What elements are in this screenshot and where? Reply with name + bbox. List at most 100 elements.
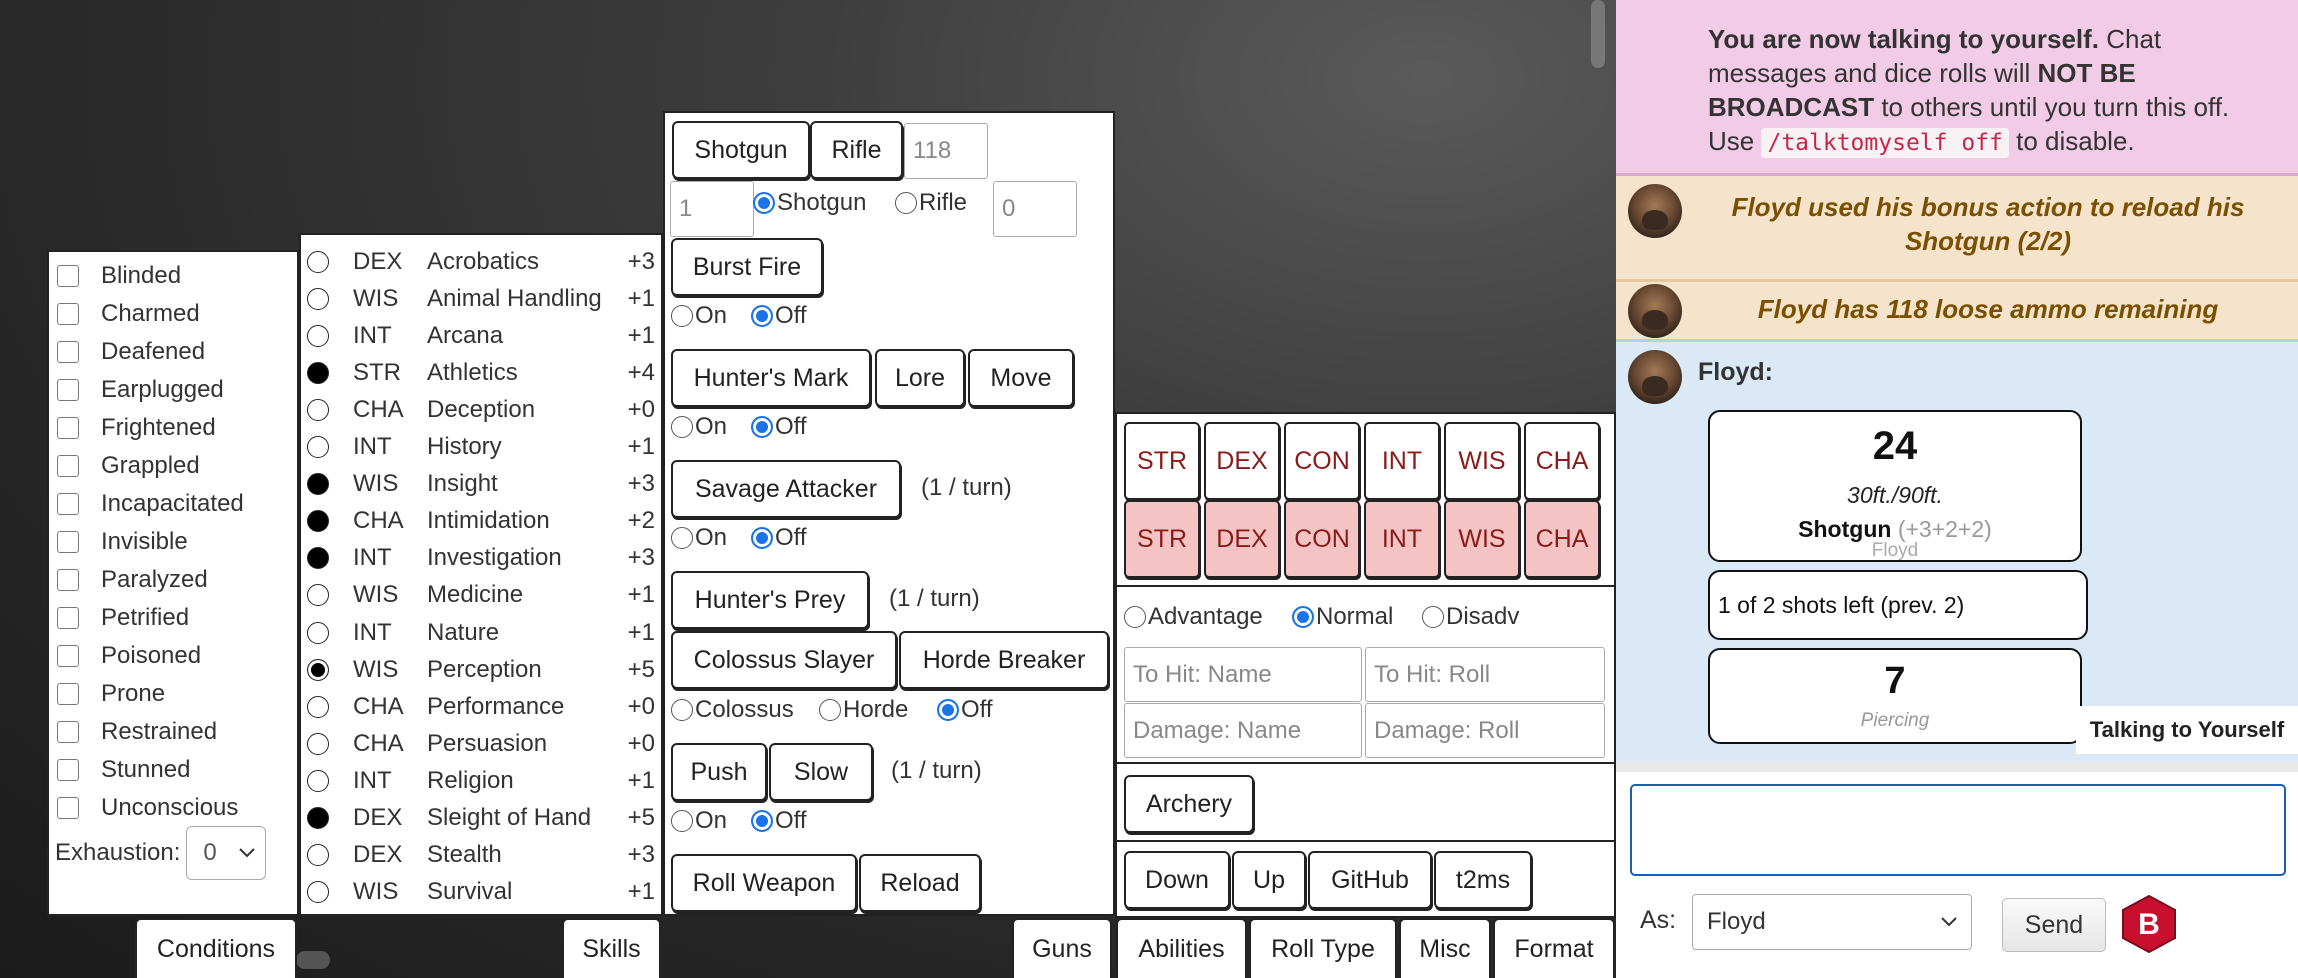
scrollbar-thumb[interactable] (1591, 0, 1605, 68)
count-input[interactable]: 1 (670, 181, 754, 237)
skill-row[interactable]: DEX Acrobatics +3 (301, 243, 661, 280)
exhaustion-select[interactable]: 0 (186, 826, 267, 880)
condition-checkbox[interactable] (57, 683, 79, 705)
radio-horde[interactable]: Horde (819, 696, 908, 724)
push-button[interactable]: Push (671, 743, 767, 801)
radio-advantage-dot[interactable] (1124, 606, 1146, 628)
skill-row[interactable]: CHA Performance +0 (301, 688, 661, 725)
save-wis-button[interactable]: WIS (1444, 500, 1520, 578)
tab-abilities[interactable]: Abilities (1116, 918, 1247, 978)
hm-off-dot[interactable] (751, 416, 773, 438)
save-str-button[interactable]: STR (1124, 500, 1200, 578)
condition-item[interactable]: Invisible (57, 526, 188, 558)
radio-shotgun-dot[interactable] (753, 192, 775, 214)
sa-on[interactable]: On (671, 524, 727, 552)
hm-off[interactable]: Off (751, 413, 807, 441)
radio-advantage[interactable]: Advantage (1124, 603, 1263, 631)
check-int-button[interactable]: INT (1364, 422, 1440, 500)
github-button[interactable]: GitHub (1308, 851, 1432, 909)
hm-on-dot[interactable] (671, 416, 693, 438)
condition-checkbox[interactable] (57, 455, 79, 477)
condition-item[interactable]: Stunned (57, 754, 190, 786)
burst-fire-button[interactable]: Burst Fire (671, 238, 823, 296)
check-dex-button[interactable]: DEX (1204, 422, 1280, 500)
reload-button[interactable]: Reload (859, 854, 981, 912)
condition-item[interactable]: Charmed (57, 298, 200, 330)
skill-row[interactable]: DEX Sleight of Hand +5 (301, 800, 661, 837)
tab-format[interactable]: Format (1493, 918, 1615, 978)
skill-row[interactable]: INT History +1 (301, 429, 661, 466)
savage-attacker-button[interactable]: Savage Attacker (671, 460, 901, 518)
save-cha-button[interactable]: CHA (1524, 500, 1600, 578)
condition-checkbox[interactable] (57, 645, 79, 667)
shotgun-button[interactable]: Shotgun (672, 121, 810, 179)
check-wis-button[interactable]: WIS (1444, 422, 1520, 500)
push-on[interactable]: On (671, 807, 727, 835)
condition-item[interactable]: Deafened (57, 336, 205, 368)
condition-checkbox[interactable] (57, 531, 79, 553)
burst-on[interactable]: On (671, 302, 727, 330)
lore-button[interactable]: Lore (875, 349, 965, 407)
condition-checkbox[interactable] (57, 797, 79, 819)
radio-disadv[interactable]: Disadv (1422, 603, 1519, 631)
burst-off[interactable]: Off (751, 302, 807, 330)
skill-row[interactable]: WIS Survival +1 (301, 874, 661, 911)
ammo-input[interactable]: 118 (904, 123, 988, 179)
condition-checkbox[interactable] (57, 607, 79, 629)
skill-row[interactable]: WIS Insight +3 (301, 466, 661, 503)
save-con-button[interactable]: CON (1284, 500, 1360, 578)
tab-misc[interactable]: Misc (1399, 918, 1491, 978)
condition-item[interactable]: Frightened (57, 412, 216, 444)
sa-off[interactable]: Off (751, 524, 807, 552)
colossus-slayer-button[interactable]: Colossus Slayer (671, 631, 897, 689)
check-str-button[interactable]: STR (1124, 422, 1200, 500)
hunters-prey-button[interactable]: Hunter's Prey (671, 571, 869, 629)
condition-checkbox[interactable] (57, 721, 79, 743)
save-dex-button[interactable]: DEX (1204, 500, 1280, 578)
condition-checkbox[interactable] (57, 379, 79, 401)
radio-normal-dot[interactable] (1292, 606, 1314, 628)
radio-colossus-dot[interactable] (671, 699, 693, 721)
condition-item[interactable]: Petrified (57, 602, 189, 634)
roll-weapon-button[interactable]: Roll Weapon (671, 854, 857, 912)
damage-name-input[interactable]: Damage: Name (1124, 703, 1362, 758)
tab-guns[interactable]: Guns (1012, 918, 1112, 978)
condition-item[interactable]: Incapacitated (57, 488, 244, 520)
condition-checkbox[interactable] (57, 569, 79, 591)
burst-off-dot[interactable] (751, 305, 773, 327)
condition-checkbox[interactable] (57, 341, 79, 363)
condition-item[interactable]: Grappled (57, 450, 200, 482)
chat-input[interactable] (1630, 784, 2286, 876)
burst-on-dot[interactable] (671, 305, 693, 327)
scroll-handle[interactable] (296, 951, 330, 969)
condition-item[interactable]: Restrained (57, 716, 217, 748)
radio-disadv-dot[interactable] (1422, 606, 1444, 628)
skill-row[interactable]: CHA Deception +0 (301, 391, 661, 428)
skill-row[interactable]: WIS Animal Handling +1 (301, 280, 661, 317)
radio-rifle[interactable]: Rifle (895, 189, 967, 217)
condition-checkbox[interactable] (57, 417, 79, 439)
radio-colossus[interactable]: Colossus (671, 696, 794, 724)
tab-skills[interactable]: Skills (562, 918, 661, 978)
skill-row[interactable]: WIS Perception +5 (301, 651, 661, 688)
tohit-name-input[interactable]: To Hit: Name (1124, 647, 1362, 702)
skill-row[interactable]: STR Athletics +4 (301, 354, 661, 391)
save-int-button[interactable]: INT (1364, 500, 1440, 578)
radio-horde-dot[interactable] (819, 699, 841, 721)
push-off-dot[interactable] (751, 810, 773, 832)
check-cha-button[interactable]: CHA (1524, 422, 1600, 500)
radio-shotgun[interactable]: Shotgun (753, 189, 866, 217)
up-button[interactable]: Up (1232, 851, 1306, 909)
check-con-button[interactable]: CON (1284, 422, 1360, 500)
skill-row[interactable]: WIS Medicine +1 (301, 577, 661, 614)
rifle-button[interactable]: Rifle (810, 121, 903, 179)
skill-row[interactable]: INT Religion +1 (301, 762, 661, 799)
damage-roll-input[interactable]: Damage: Roll (1365, 703, 1605, 758)
condition-item[interactable]: Blinded (57, 260, 181, 292)
condition-checkbox[interactable] (57, 759, 79, 781)
hunters-mark-button[interactable]: Hunter's Mark (671, 349, 871, 407)
push-off[interactable]: Off (751, 807, 807, 835)
beyond20-logo-icon[interactable]: B (2120, 894, 2178, 954)
radio-hunter-off-dot[interactable] (937, 699, 959, 721)
skill-row[interactable]: DEX Stealth +3 (301, 837, 661, 874)
